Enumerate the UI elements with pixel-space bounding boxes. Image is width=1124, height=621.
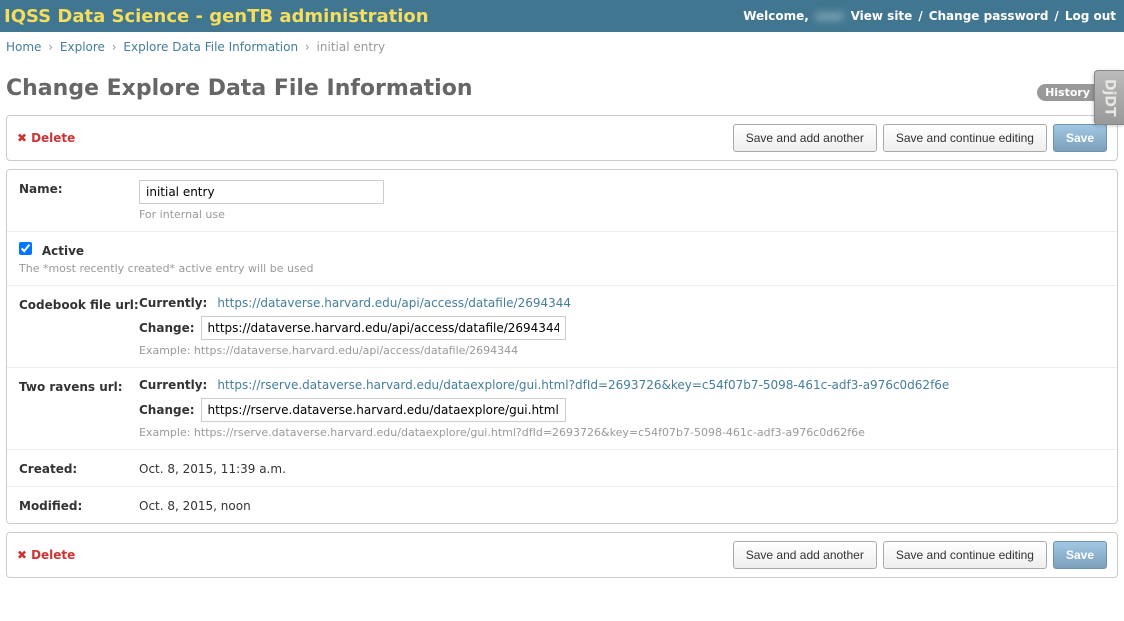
form-module: Name: For internal use Active The *most …: [6, 169, 1118, 524]
admin-header: IQSS Data Science - genTB administration…: [0, 0, 1124, 32]
delete-label: Delete: [31, 548, 75, 562]
codebook-url-input[interactable]: [201, 316, 566, 340]
created-value: Oct. 8, 2015, 11:39 a.m.: [139, 460, 1105, 476]
save-button[interactable]: Save: [1053, 124, 1107, 152]
field-tworavens-url: Two ravens url: Currently: https://rserv…: [7, 367, 1117, 449]
codebook-currently-link[interactable]: https://dataverse.harvard.edu/api/access…: [217, 296, 571, 310]
save-continue-button[interactable]: Save and continue editing: [883, 124, 1047, 152]
modified-value: Oct. 8, 2015, noon: [139, 497, 1105, 513]
field-modified: Modified: Oct. 8, 2015, noon: [7, 486, 1117, 523]
active-label[interactable]: Active: [42, 244, 84, 258]
created-label: Created:: [19, 460, 139, 476]
breadcrumb-current: initial entry: [317, 40, 386, 54]
delete-button-bottom[interactable]: ✖ Delete: [17, 548, 75, 562]
delete-label: Delete: [31, 131, 75, 145]
active-help: The *most recently created* active entry…: [19, 262, 1105, 275]
username: user: [813, 9, 847, 23]
field-active: Active The *most recently created* activ…: [7, 231, 1117, 285]
save-continue-button[interactable]: Save and continue editing: [883, 541, 1047, 569]
change-password-link[interactable]: Change password: [929, 9, 1049, 23]
breadcrumb: Home › Explore › Explore Data File Infor…: [0, 32, 1124, 62]
delete-icon: ✖: [17, 131, 27, 145]
codebook-currently-label: Currently:: [139, 296, 207, 310]
logout-link[interactable]: Log out: [1065, 9, 1116, 23]
delete-icon: ✖: [17, 548, 27, 562]
active-checkbox[interactable]: [19, 242, 32, 255]
save-button[interactable]: Save: [1053, 541, 1107, 569]
page-title: Change Explore Data File Information: [6, 76, 1118, 101]
codebook-help: Example: https://dataverse.harvard.edu/a…: [139, 344, 1105, 357]
save-add-another-button[interactable]: Save and add another: [733, 124, 877, 152]
codebook-change-label: Change:: [139, 321, 195, 335]
codebook-label: Codebook file url:: [19, 296, 139, 357]
name-help: For internal use: [139, 208, 1105, 221]
field-created: Created: Oct. 8, 2015, 11:39 a.m.: [7, 449, 1117, 486]
breadcrumb-model[interactable]: Explore Data File Information: [123, 40, 298, 54]
submit-row-bottom: ✖ Delete Save and add another Save and c…: [6, 532, 1118, 578]
djdt-toggle[interactable]: DjDT: [1094, 70, 1124, 125]
welcome-text: Welcome,: [743, 9, 809, 23]
save-add-another-button[interactable]: Save and add another: [733, 541, 877, 569]
view-site-link[interactable]: View site: [851, 9, 913, 23]
name-label: Name:: [19, 180, 139, 221]
modified-label: Modified:: [19, 497, 139, 513]
submit-row-top: ✖ Delete Save and add another Save and c…: [6, 115, 1118, 161]
name-input[interactable]: [139, 180, 384, 204]
field-codebook-url: Codebook file url: Currently: https://da…: [7, 285, 1117, 367]
site-title[interactable]: IQSS Data Science - genTB administration: [4, 6, 429, 27]
tworavens-currently-label: Currently:: [139, 378, 207, 392]
breadcrumb-home[interactable]: Home: [6, 40, 41, 54]
tworavens-label: Two ravens url:: [19, 378, 139, 439]
tworavens-currently-link[interactable]: https://rserve.dataverse.harvard.edu/dat…: [217, 378, 949, 392]
history-button[interactable]: History: [1037, 84, 1098, 101]
tworavens-help: Example: https://rserve.dataverse.harvar…: [139, 426, 1105, 439]
breadcrumb-explore[interactable]: Explore: [60, 40, 105, 54]
tworavens-url-input[interactable]: [201, 398, 566, 422]
field-name: Name: For internal use: [7, 170, 1117, 231]
tworavens-change-label: Change:: [139, 403, 195, 417]
user-tools: Welcome, user View site / Change passwor…: [743, 9, 1116, 23]
delete-button-top[interactable]: ✖ Delete: [17, 131, 75, 145]
